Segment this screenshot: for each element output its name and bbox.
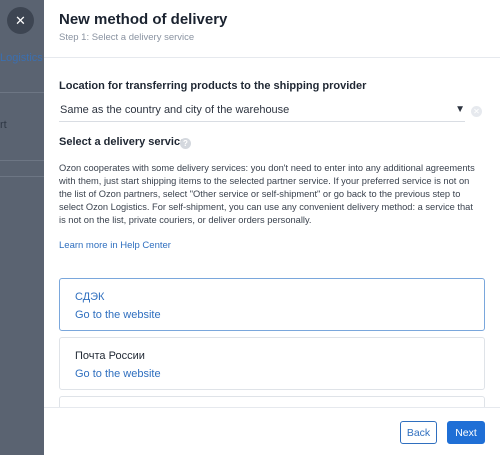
close-button[interactable]: ✕ bbox=[7, 7, 34, 34]
modal-footer: Back Next bbox=[44, 407, 500, 455]
sidebar-divider bbox=[0, 92, 44, 93]
modal-title: New method of delivery bbox=[59, 11, 228, 28]
location-select[interactable]: Same as the country and city of the ware… bbox=[59, 102, 465, 122]
chevron-down-icon: ▼ bbox=[455, 104, 465, 115]
modal-body: Location for transferring products to th… bbox=[44, 58, 500, 407]
location-select-value: Same as the country and city of the ware… bbox=[60, 104, 290, 116]
help-icon[interactable]: ? bbox=[180, 138, 191, 149]
close-icon: ✕ bbox=[15, 12, 26, 28]
service-label: Select a delivery service bbox=[59, 136, 187, 148]
background-sidebar-item: Logistics bbox=[0, 52, 43, 64]
back-button[interactable]: Back bbox=[400, 421, 437, 444]
service-card-name: Почта России bbox=[75, 350, 145, 362]
learn-more-link[interactable]: Learn more in Help Center bbox=[59, 240, 171, 251]
service-card-name: СДЭК bbox=[75, 291, 105, 303]
background-sidebar bbox=[0, 0, 44, 455]
service-card-website-link[interactable]: Go to the website bbox=[75, 309, 161, 321]
service-card-website-link[interactable]: Go to the website bbox=[75, 368, 161, 380]
delivery-method-modal: New method of delivery Step 1: Select a … bbox=[44, 0, 500, 455]
service-description: Ozon cooperates with some delivery servi… bbox=[59, 163, 475, 225]
sidebar-divider bbox=[0, 176, 44, 177]
location-label: Location for transferring products to th… bbox=[59, 80, 367, 92]
modal-header: New method of delivery Step 1: Select a … bbox=[44, 0, 500, 58]
next-button[interactable]: Next bbox=[447, 421, 485, 444]
sidebar-divider bbox=[0, 160, 44, 161]
clear-icon[interactable]: ✕ bbox=[471, 106, 482, 117]
service-card-cdek[interactable]: СДЭК Go to the website bbox=[59, 278, 485, 331]
background-sidebar-item: rt bbox=[0, 119, 7, 131]
service-card-next[interactable] bbox=[59, 396, 485, 407]
service-card-pochta[interactable]: Почта России Go to the website bbox=[59, 337, 485, 390]
modal-subtitle: Step 1: Select a delivery service bbox=[59, 32, 195, 43]
